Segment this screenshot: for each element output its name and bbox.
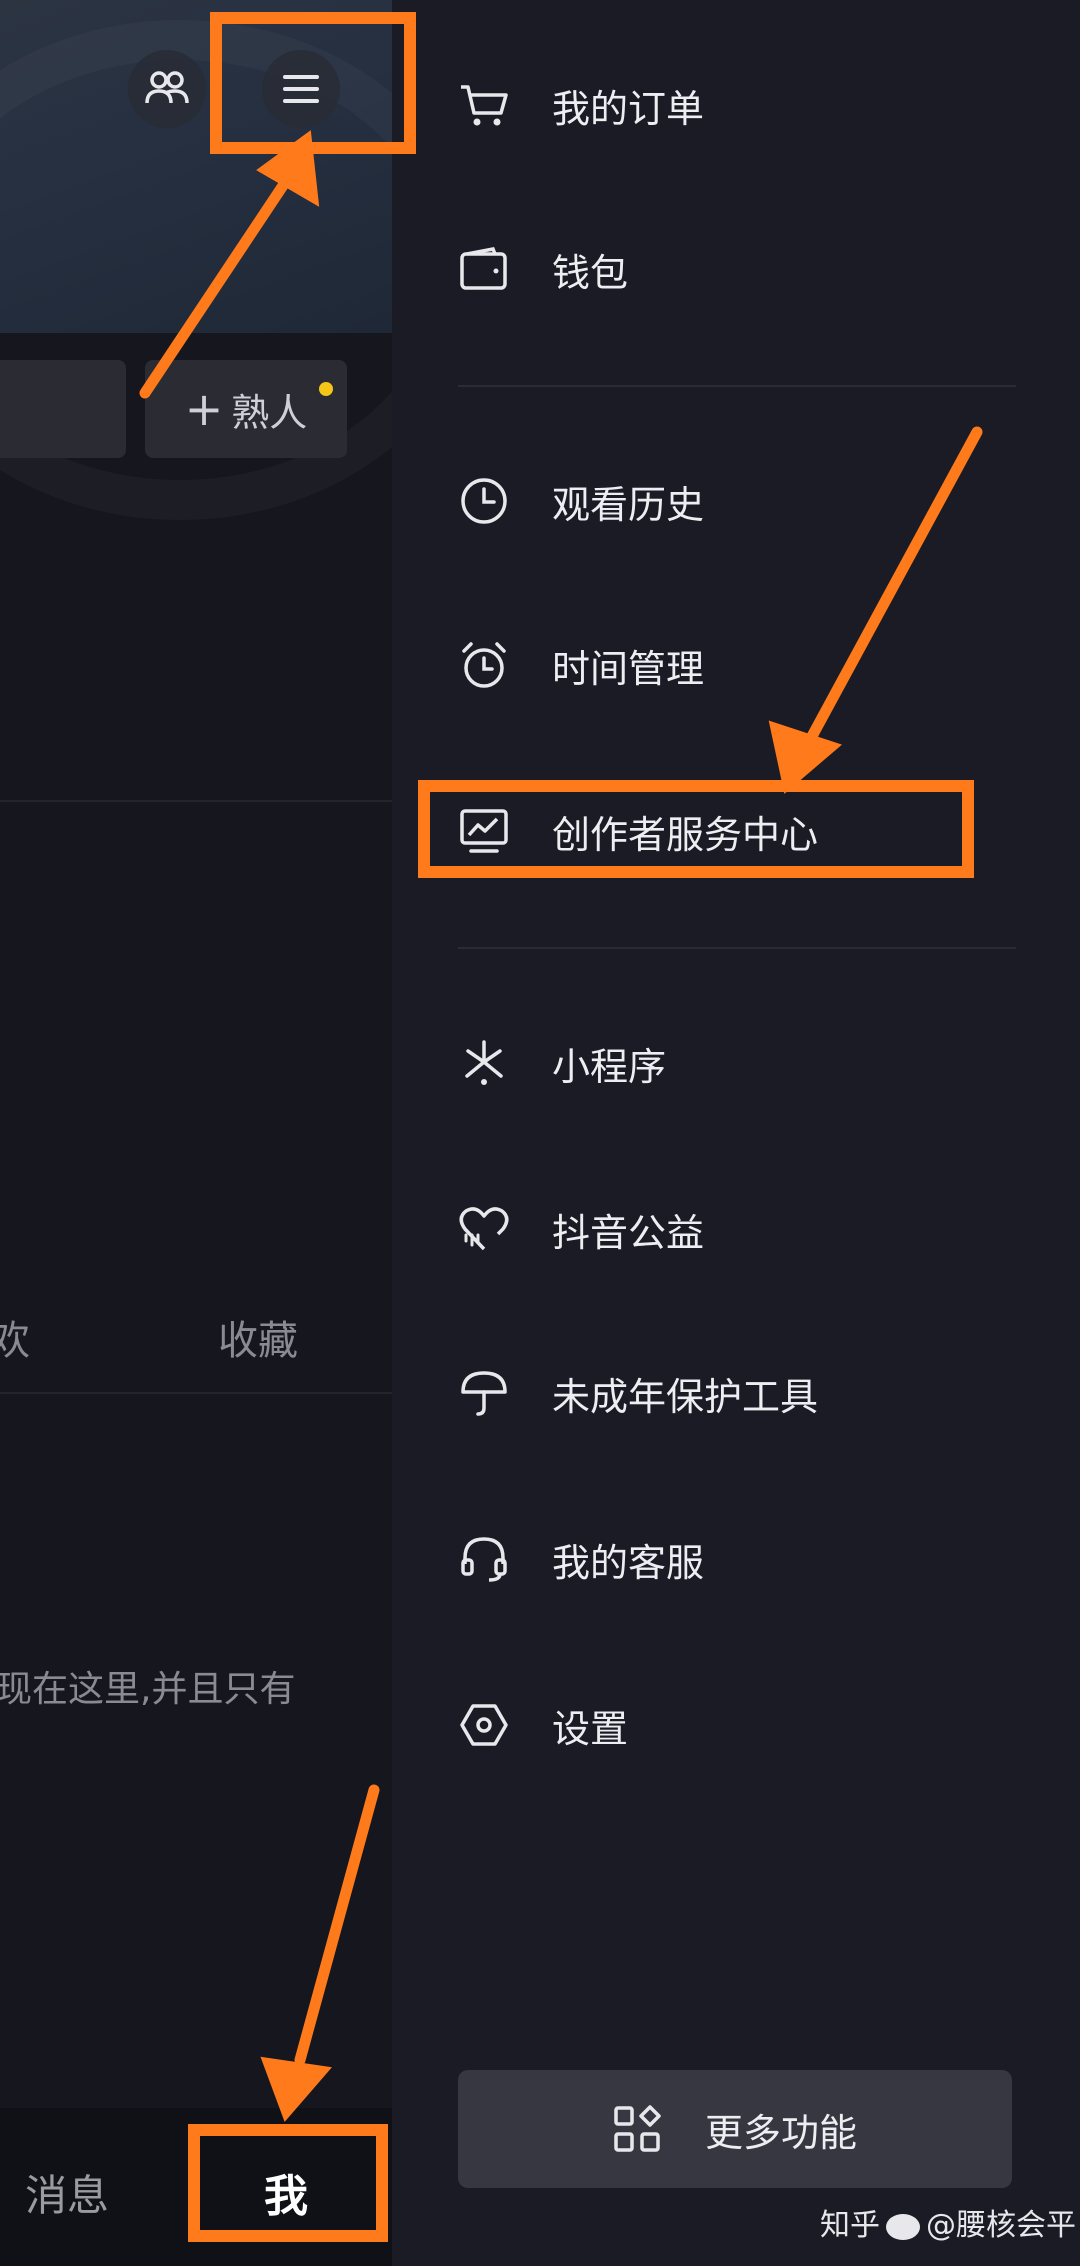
menu-item-orders[interactable]: 我的订单 [458,60,1018,150]
highlight-box-creator-center [418,780,974,878]
watermark-text: @腰核会平 [926,2208,1076,2243]
menu-item-label: 时间管理 [552,646,705,691]
wallet-icon [458,243,510,295]
divider [0,800,392,802]
plus-icon: + [184,382,224,436]
friends-icon [145,71,189,104]
menu-item-label: 我的客服 [552,1540,705,1585]
divider [0,1392,392,1394]
menu-item-mini-programs[interactable]: 小程序 [458,1018,1018,1108]
highlight-box-me [188,2124,388,2242]
menu-item-label: 抖音公益 [552,1210,705,1255]
side-drawer-menu: 我的订单 钱包 观看历史 时间管理 创作者服务中心 小程序 抖音公益 未成年保护… [392,0,1080,2266]
menu-item-label: 钱包 [552,250,629,295]
grid-apps-icon [614,2105,661,2152]
highlight-box-menu [210,12,416,154]
menu-item-label: 设置 [552,1706,629,1751]
headset-icon [458,1533,510,1585]
tab-likes[interactable]: 欢 [0,1308,30,1366]
zhihu-watermark: 知乎 @腰核会平 [820,2200,1076,2244]
charity-heart-icon [458,1203,510,1255]
watermark-text: 知乎 [820,2208,880,2243]
section-divider [458,947,1016,949]
empty-state-text: 现在这里,并且只有 [0,1669,296,1710]
menu-item-customer-service[interactable]: 我的客服 [458,1514,1018,1604]
add-friend-label: 熟人 [231,390,308,435]
menu-item-minor-protection[interactable]: 未成年保护工具 [458,1348,1018,1438]
mini-program-icon [458,1037,510,1089]
more-features-label: 更多功能 [704,2110,857,2155]
clock-icon [458,475,510,527]
umbrella-icon [458,1367,510,1419]
menu-item-settings[interactable]: 设置 [458,1680,1018,1770]
edit-profile-button[interactable] [0,360,126,458]
section-divider [458,385,1016,387]
menu-item-time-management[interactable]: 时间管理 [458,620,1018,710]
more-features-button[interactable]: 更多功能 [458,2070,1012,2188]
menu-item-history[interactable]: 观看历史 [458,456,1018,546]
wechat-logo-icon [886,2213,920,2240]
friends-button[interactable] [128,50,206,128]
notification-dot [319,382,333,396]
menu-item-wallet[interactable]: 钱包 [458,224,1018,314]
add-friend-button[interactable]: + 熟人 [145,360,347,458]
menu-item-label: 我的订单 [552,86,705,131]
menu-item-charity[interactable]: 抖音公益 [458,1184,1018,1274]
profile-page-background: + 熟人 欢 收藏 现在这里,并且只有 消息 我 [0,0,392,2266]
cart-icon [458,79,510,131]
menu-item-label: 观看历史 [552,482,705,527]
menu-item-label: 小程序 [552,1044,667,1089]
nav-messages[interactable]: 消息 [25,2162,109,2223]
menu-item-label: 未成年保护工具 [552,1374,819,1419]
tab-favorites[interactable]: 收藏 [218,1308,298,1366]
alarm-icon [458,639,510,691]
hexagon-settings-icon [458,1699,510,1751]
